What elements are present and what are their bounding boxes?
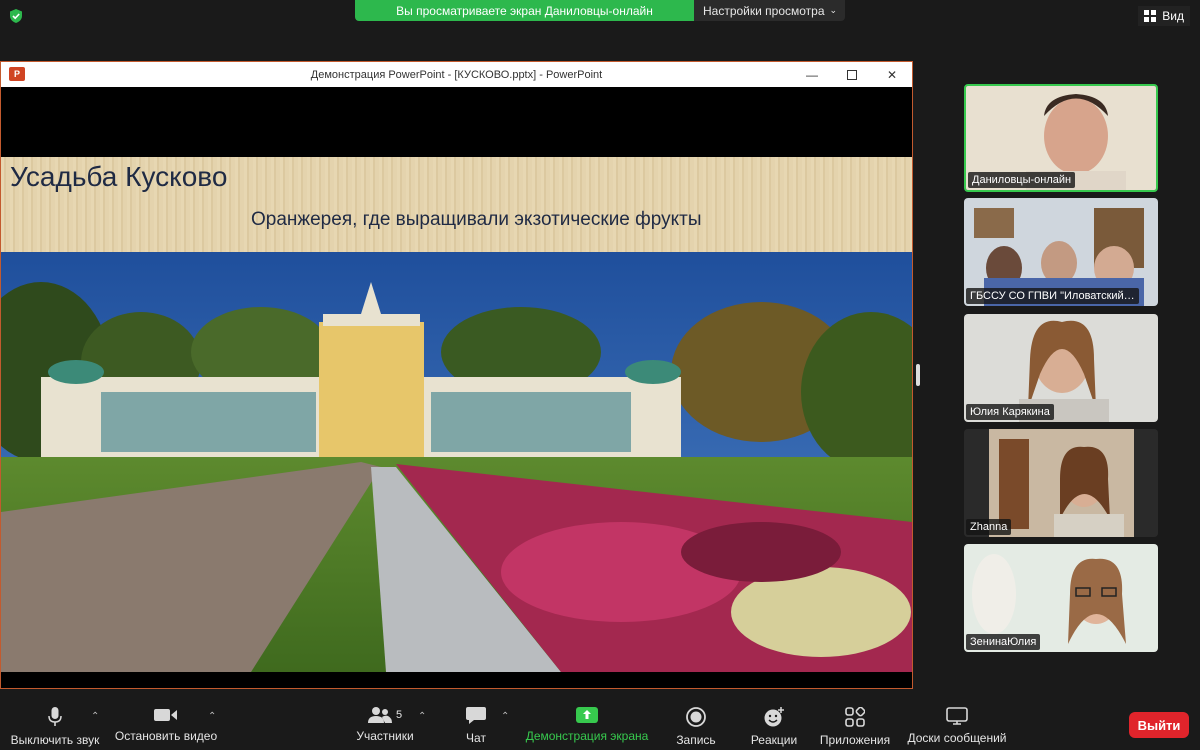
participant-name: ЗенинаЮлия	[966, 634, 1041, 650]
ppt-title-bar: P Демонстрация PowerPoint - [КУСКОВО.ppt…	[1, 62, 912, 87]
participants-count: 5	[395, 709, 403, 721]
reactions-label: Реакции	[750, 733, 798, 747]
stop-video-button[interactable]: Остановить видео	[114, 698, 218, 750]
minimize-icon[interactable]: —	[792, 62, 832, 87]
audio-options-chevron-icon[interactable]: ⌃	[91, 711, 99, 722]
participant-name: Даниловцы-онлайн	[968, 172, 1076, 188]
share-banner: Вы просматриваете экран Даниловцы-онлайн…	[355, 0, 845, 21]
mute-button[interactable]: Выключить звук	[10, 698, 100, 750]
close-icon[interactable]: ✕	[872, 62, 912, 87]
participant-name: Zhanna	[966, 519, 1012, 535]
smiley-plus-icon	[764, 707, 784, 727]
ppt-window-title: Демонстрация PowerPoint - [КУСКОВО.pptx]…	[310, 68, 603, 81]
share-screen-label: Демонстрация экрана	[525, 729, 649, 743]
chevron-down-icon: ⌄	[829, 5, 838, 15]
apps-button[interactable]: Приложения	[818, 698, 892, 750]
share-screen-icon	[576, 707, 598, 723]
chat-button[interactable]: Чат	[456, 698, 496, 750]
video-camera-icon	[154, 709, 177, 721]
participant-tile[interactable]: Юлия Карякина	[964, 314, 1158, 422]
meeting-toolbar: Выключить звук ⌃ Остановить видео ⌃ 5 Уч…	[0, 698, 1200, 750]
slide-title: Усадьба Кусково	[10, 161, 228, 192]
apps-icon	[845, 707, 865, 727]
participant-tile[interactable]: ЗенинаЮлия	[964, 544, 1158, 652]
share-screen-button[interactable]: Демонстрация экрана	[522, 698, 652, 750]
orangery-photo	[1, 252, 912, 672]
view-button[interactable]: Вид	[1138, 6, 1190, 26]
participant-name: ГБССУ СО ГПВИ "Иловатский…	[966, 288, 1139, 304]
chat-bubble-icon	[466, 707, 486, 724]
view-button-label: Вид	[1162, 9, 1184, 23]
leave-meeting-button[interactable]: Выйти	[1129, 712, 1189, 738]
whiteboards-button[interactable]: Доски сообщений	[904, 698, 1010, 750]
video-options-chevron-icon[interactable]: ⌃	[208, 711, 216, 722]
chat-chevron-icon[interactable]: ⌃	[501, 711, 509, 722]
chat-label: Чат	[466, 731, 486, 745]
security-shield-icon[interactable]	[9, 9, 23, 23]
mute-label: Выключить звук	[10, 733, 100, 747]
participants-icon	[367, 707, 392, 723]
slide-header-band: Усадьба Кусково Оранжерея, где выращивал…	[1, 157, 912, 252]
powerpoint-logo-icon: P	[9, 67, 25, 81]
whiteboards-label: Доски сообщений	[907, 731, 1007, 745]
whiteboard-icon	[946, 707, 968, 725]
record-label: Запись	[676, 733, 716, 747]
record-icon	[686, 707, 706, 727]
panel-resize-handle[interactable]	[916, 364, 920, 386]
participants-icon-group: 5	[367, 707, 403, 723]
maximize-icon[interactable]	[832, 62, 872, 87]
participants-label: Участники	[356, 729, 414, 743]
record-button[interactable]: Запись	[670, 698, 722, 750]
view-settings-dropdown[interactable]: Настройки просмотра ⌄	[694, 0, 845, 21]
participant-name: Юлия Карякина	[966, 404, 1054, 420]
view-settings-label: Настройки просмотра	[703, 3, 825, 18]
microphone-icon	[48, 707, 62, 726]
apps-label: Приложения	[819, 733, 891, 747]
shared-powerpoint-window: P Демонстрация PowerPoint - [КУСКОВО.ppt…	[0, 61, 913, 689]
slide-area: Усадьба Кусково Оранжерея, где выращивал…	[1, 87, 912, 688]
reactions-button[interactable]: Реакции	[746, 698, 802, 750]
window-controls: — ✕	[792, 62, 912, 87]
share-status-text: Вы просматриваете экран Даниловцы-онлайн	[355, 0, 694, 21]
grid-view-icon	[1144, 10, 1157, 22]
zoom-window: Вы просматриваете экран Даниловцы-онлайн…	[0, 0, 1200, 750]
participant-tile[interactable]: ГБССУ СО ГПВИ "Иловатский…	[964, 198, 1158, 306]
participants-button[interactable]: 5 Участники	[354, 698, 416, 750]
participant-tile[interactable]: Даниловцы-онлайн	[964, 84, 1158, 192]
stop-video-label: Остановить видео	[114, 729, 218, 743]
participant-tile[interactable]: Zhanna	[964, 429, 1158, 537]
participants-chevron-icon[interactable]: ⌃	[418, 711, 426, 722]
slide-subtitle: Оранжерея, где выращивали экзотические ф…	[251, 209, 702, 230]
